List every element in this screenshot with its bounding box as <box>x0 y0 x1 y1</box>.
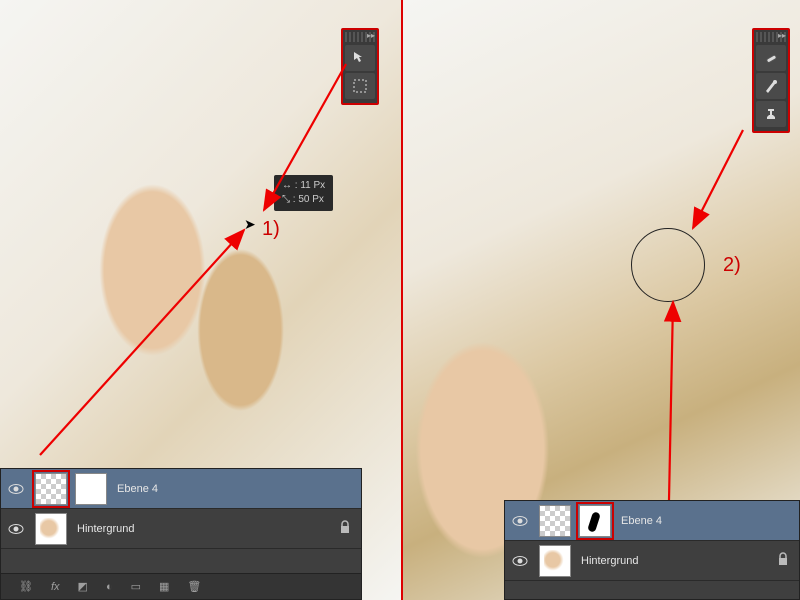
delete-layer-icon[interactable]: 🗑 <box>187 580 201 593</box>
visibility-toggle[interactable] <box>505 555 535 567</box>
layer-row-ebene4[interactable]: Ebene 4 <box>1 469 361 509</box>
layer-mask-thumbnail[interactable] <box>75 473 107 505</box>
lock-icon <box>777 552 789 569</box>
layer-thumbnail[interactable] <box>35 473 67 505</box>
eye-icon <box>8 523 24 535</box>
layer-name-label[interactable]: Ebene 4 <box>615 515 799 527</box>
layer-name-label[interactable]: Hintergrund <box>71 523 339 535</box>
pane-right: 2) ▸▸ Ebene 4 <box>403 0 800 600</box>
layer-row-hintergrund[interactable]: Hintergrund <box>505 541 799 581</box>
visibility-toggle[interactable] <box>1 523 31 535</box>
pane-left: ➤ 1) ↔ : 11 Px ⤡ : 50 Px ▸▸ <box>0 0 401 600</box>
layer-row-hintergrund[interactable]: Hintergrund <box>1 509 361 549</box>
layer-thumbnail[interactable] <box>539 505 571 537</box>
new-layer-icon[interactable]: ▦ <box>159 580 169 593</box>
layers-panel-left[interactable]: Ebene 4 Hintergrund ⛓ fx ◩ ◐ ▭ ▦ 🗑 <box>0 468 362 600</box>
lock-icon <box>339 520 351 537</box>
link-layers-icon[interactable]: ⛓ <box>19 580 33 593</box>
visibility-toggle[interactable] <box>505 515 535 527</box>
layer-row-ebene4[interactable]: Ebene 4 <box>505 501 799 541</box>
group-icon[interactable]: ▭ <box>131 580 141 593</box>
eye-icon <box>512 515 528 527</box>
eye-icon <box>8 483 24 495</box>
eye-icon <box>512 555 528 567</box>
layer-mask-icon[interactable]: ◩ <box>78 580 88 593</box>
adjustment-layer-icon[interactable]: ◐ <box>106 581 113 593</box>
layer-effects-icon[interactable]: fx <box>51 581 60 593</box>
layer-name-label[interactable]: Ebene 4 <box>111 483 361 495</box>
layer-mask-thumbnail[interactable] <box>579 505 611 537</box>
layer-name-label[interactable]: Hintergrund <box>575 555 777 567</box>
layer-thumbnail[interactable] <box>539 545 571 577</box>
visibility-toggle[interactable] <box>1 483 31 495</box>
layers-panel-footer: ⛓ fx ◩ ◐ ▭ ▦ 🗑 <box>1 573 361 599</box>
layers-panel-right[interactable]: Ebene 4 Hintergrund <box>504 500 800 600</box>
layer-thumbnail[interactable] <box>35 513 67 545</box>
